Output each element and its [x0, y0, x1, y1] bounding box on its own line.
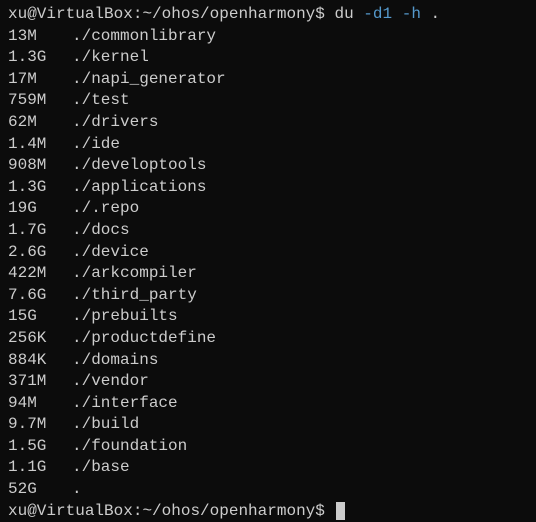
path-value: ./build	[72, 415, 139, 433]
size-value: 94M	[8, 393, 72, 415]
prompt-separator: :	[133, 5, 143, 23]
path-value: ./napi_generator	[72, 70, 226, 88]
size-value: 884K	[8, 350, 72, 372]
size-value: 1.3G	[8, 47, 72, 69]
path-value: ./foundation	[72, 437, 187, 455]
output-line: 1.1G./base	[8, 457, 528, 479]
output-line: 1.3G./applications	[8, 177, 528, 199]
size-value: 2.6G	[8, 242, 72, 264]
size-value: 7.6G	[8, 285, 72, 307]
path-value: ./prebuilts	[72, 307, 178, 325]
path-value: ./base	[72, 458, 130, 476]
output-line: 7.6G./third_party	[8, 285, 528, 307]
output-line: 1.4M./ide	[8, 134, 528, 156]
output-line: 62M./drivers	[8, 112, 528, 134]
path-value: ./domains	[72, 351, 158, 369]
path-value: ./developtools	[72, 156, 206, 174]
size-value: 908M	[8, 155, 72, 177]
size-value: 759M	[8, 90, 72, 112]
prompt-path: ~/ohos/openharmony	[142, 5, 315, 23]
output-line: 2.6G./device	[8, 242, 528, 264]
path-value: ./.repo	[72, 199, 139, 217]
size-value: 9.7M	[8, 414, 72, 436]
output-line: 13M./commonlibrary	[8, 26, 528, 48]
output-line: 1.7G./docs	[8, 220, 528, 242]
output-line: 884K./domains	[8, 350, 528, 372]
path-value: ./test	[72, 91, 130, 109]
size-value: 1.7G	[8, 220, 72, 242]
path-value: ./vendor	[72, 372, 149, 390]
output-line: 52G.	[8, 479, 528, 501]
command-prompt-line: xu@VirtualBox:~/ohos/openharmony$ du -d1…	[8, 4, 528, 26]
path-value: ./interface	[72, 394, 178, 412]
prompt-user-host: xu@VirtualBox	[8, 502, 133, 520]
path-value: ./third_party	[72, 286, 197, 304]
output-line: 371M./vendor	[8, 371, 528, 393]
size-value: 15G	[8, 306, 72, 328]
size-value: 422M	[8, 263, 72, 285]
command-output: 13M./commonlibrary1.3G./kernel17M./napi_…	[8, 26, 528, 501]
prompt-symbol: $	[315, 502, 325, 520]
path-value: ./arkcompiler	[72, 264, 197, 282]
size-value: 19G	[8, 198, 72, 220]
output-line: 19G./.repo	[8, 198, 528, 220]
path-value: ./drivers	[72, 113, 158, 131]
size-value: 52G	[8, 479, 72, 501]
command-flag-1: -d1	[363, 5, 392, 23]
command-target: .	[431, 5, 441, 23]
output-line: 17M./napi_generator	[8, 69, 528, 91]
output-line: 1.5G./foundation	[8, 436, 528, 458]
path-value: ./commonlibrary	[72, 27, 216, 45]
prompt-user-host: xu@VirtualBox	[8, 5, 133, 23]
prompt-symbol: $	[315, 5, 325, 23]
path-value: ./ide	[72, 135, 120, 153]
path-value: ./kernel	[72, 48, 149, 66]
path-value: ./productdefine	[72, 329, 216, 347]
size-value: 256K	[8, 328, 72, 350]
output-line: 15G./prebuilts	[8, 306, 528, 328]
command-prompt-line-2[interactable]: xu@VirtualBox:~/ohos/openharmony$	[8, 501, 528, 522]
command-name: du	[334, 5, 353, 23]
output-line: 422M./arkcompiler	[8, 263, 528, 285]
output-line: 1.3G./kernel	[8, 47, 528, 69]
output-line: 759M./test	[8, 90, 528, 112]
prompt-separator: :	[133, 502, 143, 520]
size-value: 371M	[8, 371, 72, 393]
output-line: 9.7M./build	[8, 414, 528, 436]
size-value: 1.1G	[8, 457, 72, 479]
size-value: 17M	[8, 69, 72, 91]
command-flag-2: -h	[402, 5, 421, 23]
size-value: 62M	[8, 112, 72, 134]
output-line: 94M./interface	[8, 393, 528, 415]
size-value: 1.3G	[8, 177, 72, 199]
size-value: 1.5G	[8, 436, 72, 458]
output-line: 908M./developtools	[8, 155, 528, 177]
path-value: ./applications	[72, 178, 206, 196]
prompt-path: ~/ohos/openharmony	[142, 502, 315, 520]
path-value: ./device	[72, 243, 149, 261]
output-line: 256K./productdefine	[8, 328, 528, 350]
path-value: .	[72, 480, 82, 498]
size-value: 13M	[8, 26, 72, 48]
cursor-icon	[336, 502, 345, 520]
path-value: ./docs	[72, 221, 130, 239]
size-value: 1.4M	[8, 134, 72, 156]
